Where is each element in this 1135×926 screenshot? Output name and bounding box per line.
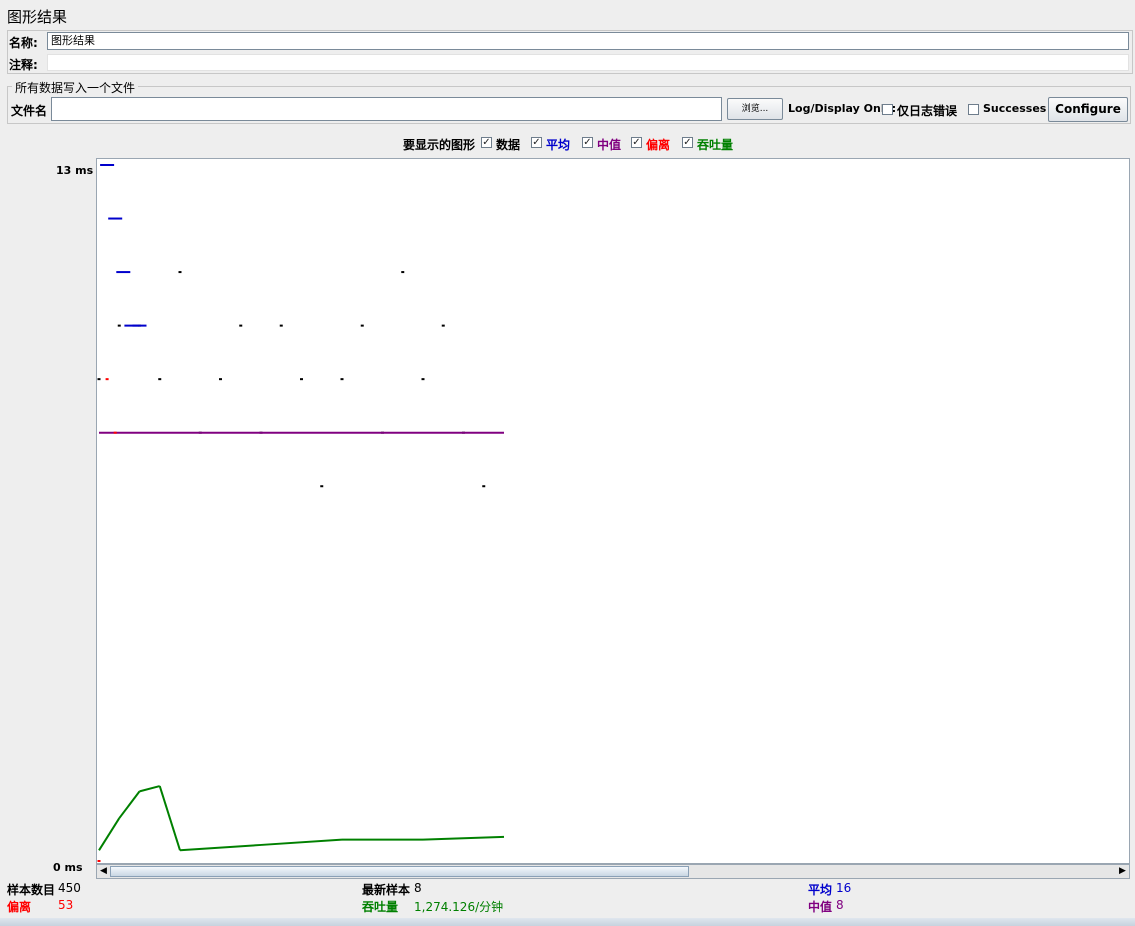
samples-label: 样本数目 <box>7 883 56 897</box>
data-point <box>279 324 283 327</box>
successes-label: Successes <box>983 102 1047 115</box>
toggle-data-label: 数据 <box>496 138 521 152</box>
data-point <box>178 271 182 274</box>
data-point <box>360 324 364 327</box>
filename-label: 文件名 <box>11 104 48 118</box>
data-point <box>300 378 303 381</box>
throughput-line-segment <box>118 790 141 819</box>
y-axis-bottom-label: 0 ms <box>53 861 83 874</box>
toggle-data-checkbox[interactable]: ✓ <box>481 137 492 148</box>
latest-sample-value: 8 <box>414 881 422 895</box>
data-point <box>441 324 445 327</box>
average-stat-label: 平均 <box>808 883 833 897</box>
graph-plot-area <box>96 158 1130 864</box>
data-point <box>97 378 101 381</box>
samples-value: 450 <box>58 881 81 895</box>
throughput-line-segment <box>158 785 181 851</box>
comment-input[interactable] <box>47 54 1129 71</box>
deviation-point <box>105 378 109 381</box>
toggle-deviation-label: 偏离 <box>646 138 671 152</box>
toggle-throughput-checkbox[interactable]: ✓ <box>682 137 693 148</box>
throughput-stat-label: 吞吐量 <box>362 900 399 914</box>
log-display-label: Log/Display Only: <box>788 102 897 115</box>
panel-title: 图形结果 <box>7 8 68 26</box>
toggle-throughput-label: 吞吐量 <box>697 138 734 152</box>
data-point <box>340 378 344 381</box>
average-point <box>132 324 147 327</box>
throughput-line-segment <box>98 817 121 851</box>
throughput-line-segment <box>422 835 505 841</box>
average-point <box>116 271 131 274</box>
data-point <box>320 485 324 488</box>
deviation-stat-label: 偏离 <box>7 900 32 914</box>
comment-label: 注释: <box>9 58 38 72</box>
data-point <box>239 324 243 327</box>
scroll-left-arrow-icon[interactable]: ◀ <box>97 865 110 878</box>
errors-only-checkbox[interactable] <box>882 104 893 115</box>
latest-sample-label: 最新样本 <box>362 883 411 897</box>
name-input[interactable]: 图形结果 <box>47 32 1129 50</box>
scrollbar-thumb[interactable] <box>110 866 689 877</box>
deviation-stat-value: 53 <box>58 898 74 912</box>
browse-button[interactable]: 浏览... <box>727 98 783 120</box>
y-axis-top-label: 13 ms <box>56 164 94 177</box>
errors-only-label: 仅日志错误 <box>897 104 958 118</box>
throughput-stat-value: 1,274.126/分钟 <box>414 900 504 914</box>
toggle-average-label: 平均 <box>546 138 571 152</box>
median-stat-value: 8 <box>836 898 844 912</box>
throughput-line-segment <box>260 838 343 846</box>
configure-button[interactable]: Configure <box>1048 97 1128 122</box>
average-point <box>108 217 123 220</box>
data-point <box>421 378 425 381</box>
toggle-median-label: 中值 <box>597 138 622 152</box>
graph-svg <box>97 164 505 862</box>
toggle-deviation-checkbox[interactable]: ✓ <box>631 137 642 148</box>
data-point <box>482 485 486 488</box>
file-group-legend: 所有数据写入一个文件 <box>12 79 139 96</box>
data-point <box>219 378 222 381</box>
deviation-point <box>113 431 117 434</box>
throughput-line-segment <box>179 843 262 852</box>
filename-input[interactable] <box>51 97 722 121</box>
average-stat-value: 16 <box>836 881 852 895</box>
successes-checkbox[interactable] <box>968 104 979 115</box>
throughput-line-segment <box>139 785 161 793</box>
name-label: 名称: <box>9 36 38 50</box>
average-point <box>100 164 115 166</box>
data-point <box>401 271 405 274</box>
data-point <box>117 324 121 327</box>
median-stat-label: 中值 <box>808 900 833 914</box>
scroll-right-arrow-icon[interactable]: ▶ <box>1116 865 1129 878</box>
horizontal-scrollbar[interactable]: ◀ ▶ <box>96 864 1130 879</box>
toggle-median-checkbox[interactable]: ✓ <box>582 137 593 148</box>
status-strip <box>0 918 1135 926</box>
graphs-to-display-label: 要显示的图形 <box>403 138 476 152</box>
deviation-point <box>97 860 101 862</box>
toggle-average-checkbox[interactable]: ✓ <box>531 137 542 148</box>
data-point <box>158 378 162 381</box>
